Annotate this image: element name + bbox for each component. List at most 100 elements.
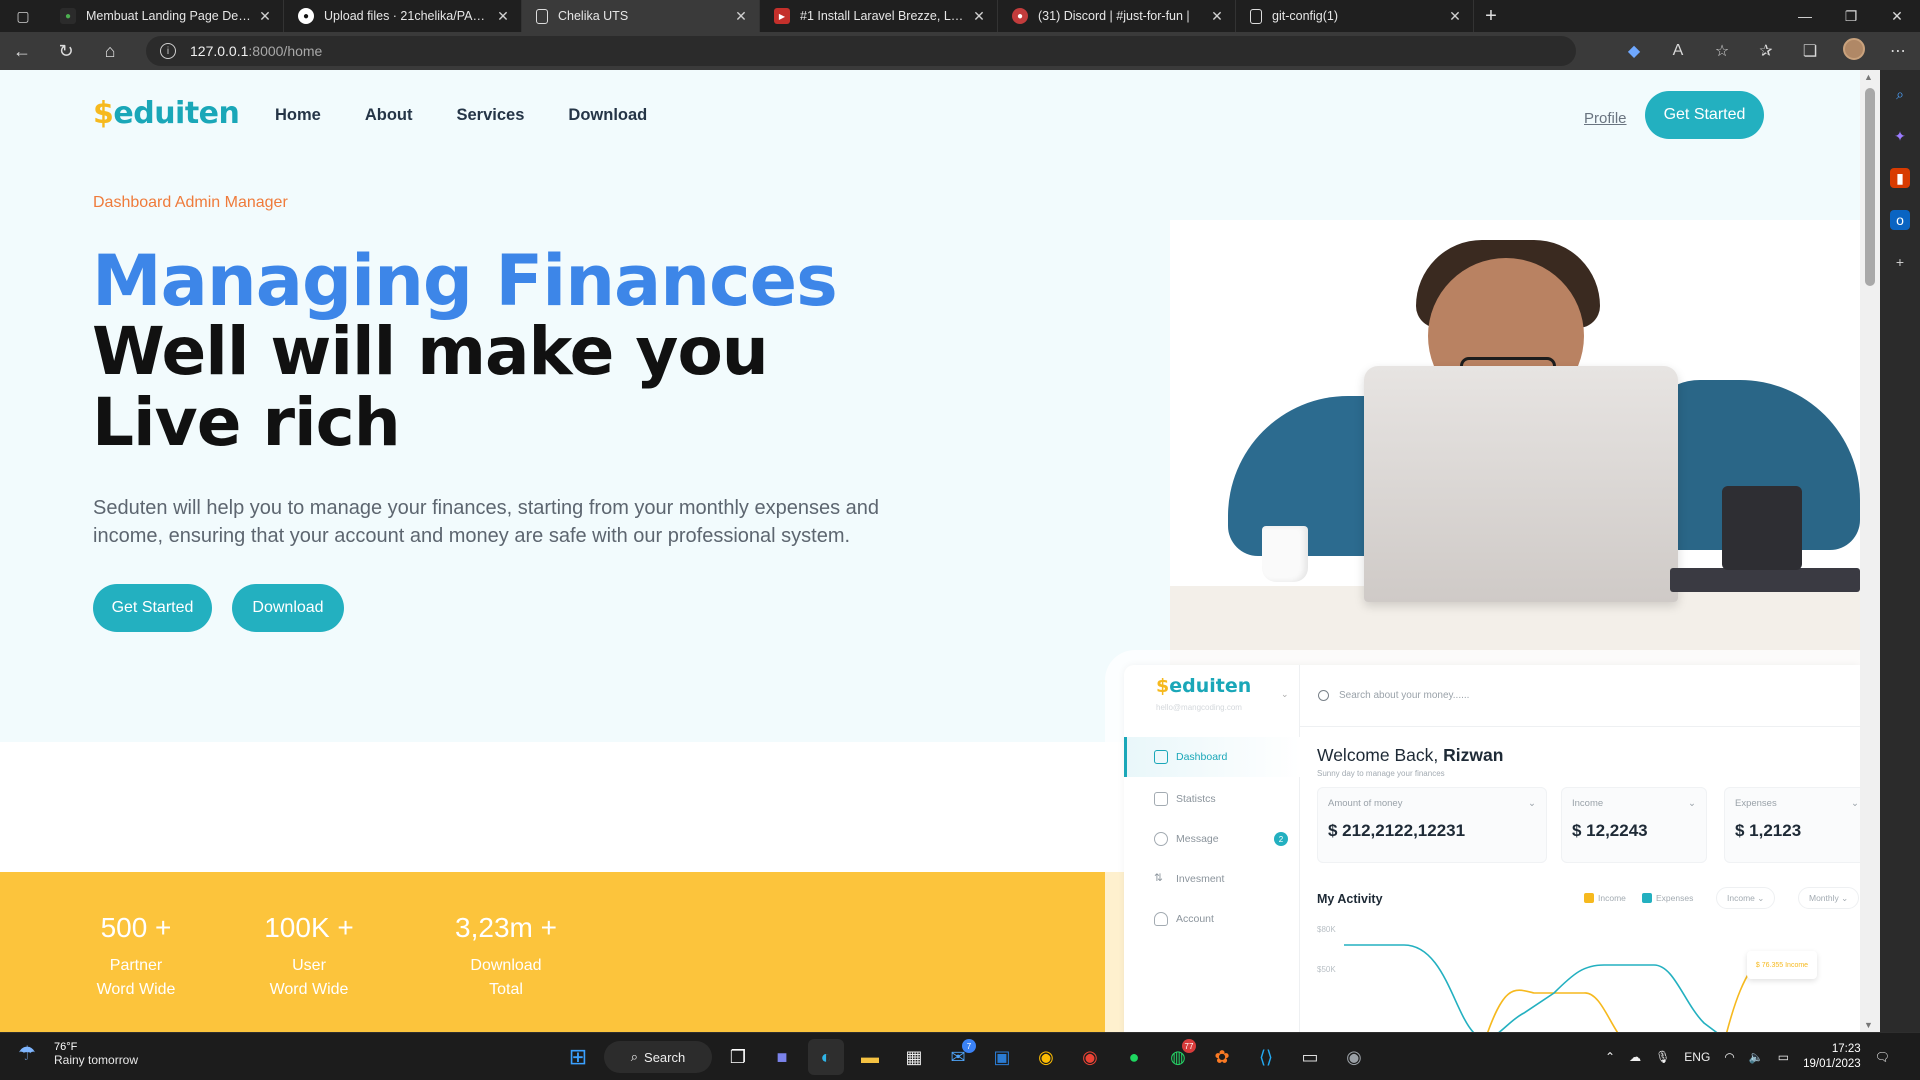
search-icon bbox=[1318, 690, 1329, 701]
close-window-icon[interactable]: ✕ bbox=[1874, 0, 1920, 32]
chevron-up-icon[interactable]: ⌃ bbox=[1605, 1050, 1615, 1064]
site-info-icon[interactable]: i bbox=[160, 43, 176, 59]
weather-text: Rainy tomorrow bbox=[54, 1053, 139, 1067]
chrome-icon[interactable]: ◉ bbox=[1028, 1039, 1064, 1075]
onedrive-icon[interactable]: ☁ bbox=[1629, 1050, 1641, 1064]
hero-get-started-button[interactable]: Get Started bbox=[93, 584, 212, 632]
tab-5[interactable]: git-config(1) ✕ bbox=[1236, 0, 1474, 32]
wifi-icon[interactable]: ◠ bbox=[1724, 1050, 1734, 1064]
file-explorer-icon[interactable]: ▬ bbox=[852, 1039, 888, 1075]
add-icon[interactable]: + bbox=[1890, 252, 1910, 272]
xampp-icon[interactable]: ✿ bbox=[1204, 1039, 1240, 1075]
battery-icon[interactable]: ▭ bbox=[1778, 1050, 1789, 1064]
microphone-icon[interactable]: 🎙 bbox=[1655, 1050, 1670, 1064]
tab-actions-icon[interactable]: ▢ bbox=[0, 0, 46, 32]
stat-partners: 500 + Partner Word Wide bbox=[92, 912, 180, 1002]
close-tab-icon[interactable]: ✕ bbox=[733, 8, 749, 25]
scroll-up-icon[interactable]: ▲ bbox=[1864, 72, 1873, 82]
logo-text: eduiten bbox=[113, 96, 240, 131]
card-income: Income ⌄ $ 12,2243 bbox=[1561, 787, 1707, 863]
window-controls: — ❐ ✕ bbox=[1782, 0, 1920, 32]
close-tab-icon[interactable]: ✕ bbox=[495, 8, 511, 25]
filter-period-select: Monthly ⌄ bbox=[1798, 887, 1860, 909]
whatsapp-icon[interactable]: ◍ 77 bbox=[1160, 1039, 1196, 1075]
scroll-down-icon[interactable]: ▼ bbox=[1864, 1020, 1873, 1030]
new-tab-icon[interactable]: + bbox=[1474, 5, 1508, 28]
reload-icon[interactable]: ↻ bbox=[44, 32, 88, 70]
nav-about[interactable]: About bbox=[365, 106, 413, 125]
close-tab-icon[interactable]: ✕ bbox=[971, 8, 987, 25]
terminal-icon[interactable]: ▭ bbox=[1292, 1039, 1328, 1075]
profile-avatar[interactable] bbox=[1832, 37, 1876, 65]
chrome-profile-icon[interactable]: ◉ bbox=[1072, 1039, 1108, 1075]
tab-title: Chelika UTS bbox=[558, 9, 629, 23]
collections-icon[interactable]: ❏ bbox=[1788, 41, 1832, 61]
card-value: $ 1,2123 bbox=[1735, 821, 1802, 840]
hero-kicker: Dashboard Admin Manager bbox=[93, 194, 288, 211]
teams-icon[interactable]: ■ bbox=[764, 1039, 800, 1075]
page-viewport: $eduiten Home About Services Download Pr… bbox=[0, 70, 1860, 1032]
nav-get-started-button[interactable]: Get Started bbox=[1645, 91, 1764, 139]
weather-widget[interactable]: ☂ 76°F Rainy tomorrow bbox=[18, 1041, 138, 1067]
tab-0[interactable]: ● Membuat Landing Page Dengan ✕ bbox=[46, 0, 284, 32]
word-icon[interactable]: ▣ bbox=[984, 1039, 1020, 1075]
nav-services[interactable]: Services bbox=[457, 106, 525, 125]
edge-icon[interactable]: ◐ bbox=[808, 1039, 844, 1075]
read-aloud-icon[interactable]: A bbox=[1656, 42, 1700, 60]
card-expenses: Expenses ⌄ $ 1,2123 bbox=[1724, 787, 1860, 863]
address-bar[interactable]: i 127.0.0.1:8000/home bbox=[146, 36, 1576, 66]
shield-icon[interactable]: ◆ bbox=[1612, 41, 1656, 61]
dash-menu-dashboard: Dashboard bbox=[1124, 737, 1300, 777]
copilot-icon[interactable]: ✦ bbox=[1890, 126, 1910, 146]
close-tab-icon[interactable]: ✕ bbox=[1209, 8, 1225, 25]
mail-badge: 7 bbox=[962, 1039, 976, 1053]
clock[interactable]: 17:23 19/01/2023 bbox=[1803, 1042, 1861, 1072]
restore-icon[interactable]: ❐ bbox=[1828, 0, 1874, 32]
page-scrollbar[interactable]: ▲ ▼ bbox=[1860, 70, 1880, 1032]
favorites-icon[interactable]: ✰ bbox=[1744, 41, 1788, 61]
tab-4[interactable]: ● (31) Discord | #just-for-fun | ✕ bbox=[998, 0, 1236, 32]
start-icon[interactable]: ⊞ bbox=[560, 1039, 596, 1075]
weather-temp: 76°F bbox=[54, 1041, 78, 1053]
logo-dollar: $ bbox=[1156, 675, 1170, 697]
tab-title: Upload files · 21chelika/PABW-C bbox=[324, 9, 489, 23]
search-icon: ⌕ bbox=[630, 1049, 639, 1064]
close-tab-icon[interactable]: ✕ bbox=[257, 8, 273, 25]
nav-download[interactable]: Download bbox=[568, 106, 647, 125]
outlook-icon[interactable]: o bbox=[1890, 210, 1910, 230]
scrollbar-thumb[interactable] bbox=[1865, 88, 1875, 286]
spotify-icon[interactable]: ● bbox=[1116, 1039, 1152, 1075]
taskbar-search[interactable]: ⌕ Search bbox=[604, 1041, 712, 1073]
y-tick-label: $50K bbox=[1317, 965, 1336, 974]
hero-download-button[interactable]: Download bbox=[232, 584, 344, 632]
language-indicator[interactable]: ENG bbox=[1684, 1050, 1710, 1064]
close-tab-icon[interactable]: ✕ bbox=[1447, 8, 1463, 25]
stat-label-2: Word Wide bbox=[269, 981, 349, 998]
umbrella-icon: ☂ bbox=[18, 1043, 36, 1065]
y-tick-label: $80K bbox=[1317, 925, 1336, 934]
more-icon[interactable]: ⋯ bbox=[1876, 41, 1920, 61]
chrome-dev-icon[interactable]: ◉ bbox=[1336, 1039, 1372, 1075]
tab-3[interactable]: ▶ #1 Install Laravel Brezze, Login, d ✕ bbox=[760, 0, 998, 32]
page-icon bbox=[1250, 8, 1262, 24]
home-icon[interactable]: ⌂ bbox=[88, 32, 132, 70]
back-icon[interactable]: ← bbox=[0, 32, 44, 70]
tab-title: #1 Install Laravel Brezze, Login, d bbox=[800, 9, 965, 23]
add-favorite-icon[interactable]: ☆ bbox=[1700, 41, 1744, 61]
dashboard-email: hello@mangcoding.com bbox=[1156, 703, 1242, 712]
nav-home[interactable]: Home bbox=[275, 106, 321, 125]
tab-1[interactable]: ● Upload files · 21chelika/PABW-C ✕ bbox=[284, 0, 522, 32]
search-icon[interactable]: ⌕ bbox=[1890, 84, 1910, 104]
site-logo[interactable]: $eduiten bbox=[93, 96, 240, 131]
store-icon[interactable]: ▦ bbox=[896, 1039, 932, 1075]
tab-2-active[interactable]: Chelika UTS ✕ bbox=[522, 0, 760, 32]
profile-link[interactable]: Profile bbox=[1584, 110, 1627, 127]
vscode-icon[interactable]: ⟨⟩ bbox=[1248, 1039, 1284, 1075]
clock-time: 17:23 bbox=[1831, 1043, 1861, 1055]
minimize-icon[interactable]: — bbox=[1782, 0, 1828, 32]
mail-icon[interactable]: ✉ 7 bbox=[940, 1039, 976, 1075]
office-icon[interactable]: ▮ bbox=[1890, 168, 1910, 188]
notification-icon[interactable]: 🗨 bbox=[1875, 1050, 1890, 1064]
volume-icon[interactable]: 🔈 bbox=[1749, 1050, 1764, 1064]
task-view-icon[interactable]: ❐ bbox=[720, 1039, 756, 1075]
